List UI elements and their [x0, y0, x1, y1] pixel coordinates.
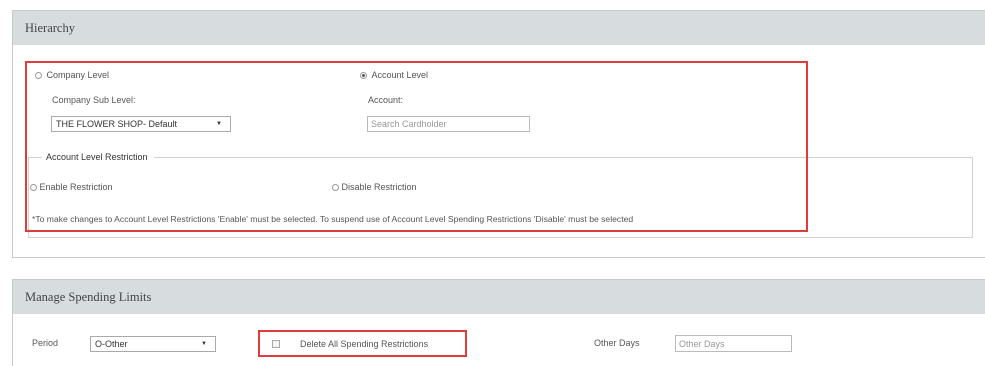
highlight-box-delete-all	[258, 330, 467, 357]
period-value: O-Other	[95, 339, 128, 349]
spending-panel: Manage Spending Limits	[12, 279, 985, 366]
hierarchy-title: Hierarchy	[25, 20, 75, 35]
hierarchy-header: Hierarchy	[13, 11, 985, 45]
spending-header: Manage Spending Limits	[13, 280, 985, 314]
other-days-input[interactable]: Other Days	[675, 335, 792, 352]
other-days-placeholder: Other Days	[679, 338, 725, 349]
period-label: Period	[32, 338, 59, 348]
spending-title: Manage Spending Limits	[25, 289, 152, 304]
highlight-box-hierarchy	[25, 61, 808, 232]
chevron-down-icon: ▼	[201, 341, 207, 347]
period-select[interactable]: O-Other ▼	[90, 336, 216, 352]
other-days-label: Other Days	[594, 338, 640, 348]
